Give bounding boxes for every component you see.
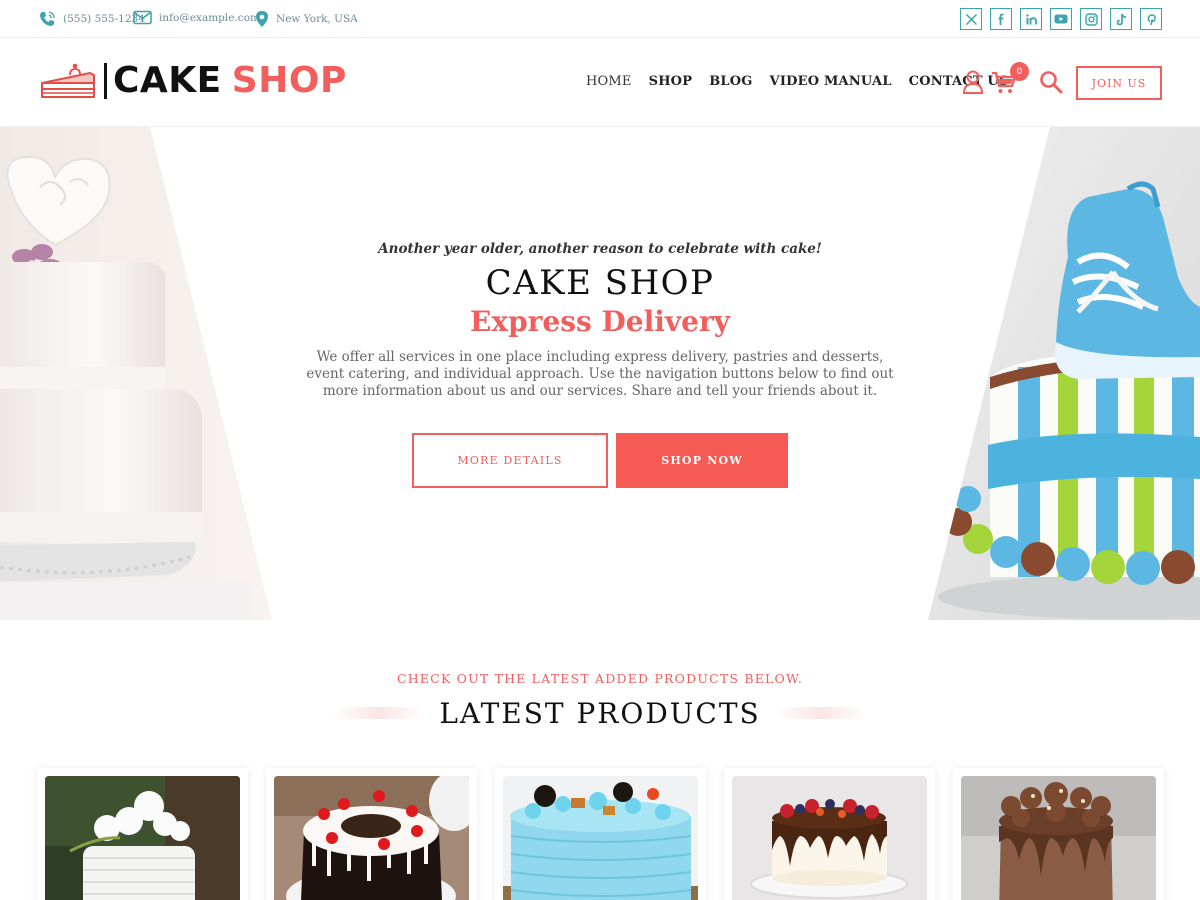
search-icon[interactable] — [1039, 70, 1063, 94]
product-card[interactable] — [495, 768, 706, 900]
join-us-button[interactable]: JOIN US — [1076, 66, 1162, 100]
user-icon[interactable] — [962, 70, 984, 94]
x-icon[interactable] — [960, 8, 982, 30]
youtube-icon[interactable] — [1050, 8, 1072, 30]
shop-now-button[interactable]: SHOP NOW — [616, 433, 788, 488]
white-wedding-cake-image — [0, 127, 272, 620]
baby-shoe-cake-image — [928, 127, 1200, 620]
tiktok-icon[interactable] — [1110, 8, 1132, 30]
email-contact[interactable]: info@example.com — [133, 10, 260, 25]
title-decoration-right — [776, 707, 866, 719]
site-header: CAKE SHOP HOME SHOP BLOG VIDEO MANUAL CO… — [0, 39, 1200, 127]
product-image[interactable] — [45, 776, 240, 900]
cake-slice-logo-icon — [41, 63, 95, 98]
nav-item-home[interactable]: HOME — [586, 74, 632, 89]
product-card[interactable] — [724, 768, 935, 900]
site-logo[interactable]: CAKE SHOP — [40, 61, 347, 101]
product-image[interactable] — [503, 776, 698, 900]
section-title: LATEST PRODUCTS — [439, 697, 761, 730]
cart-count-badge: 0 — [1010, 62, 1029, 81]
product-grid — [37, 768, 1164, 900]
map-pin-icon — [256, 11, 268, 27]
social-links — [960, 8, 1162, 30]
facebook-icon[interactable] — [990, 8, 1012, 30]
phone-icon — [40, 11, 55, 26]
top-bar: (555) 555-1234 info@example.com New York… — [0, 0, 1200, 38]
email-address: info@example.com — [159, 11, 260, 24]
hero-description: We offer all services in one place inclu… — [306, 349, 894, 399]
hero-banner: Another year older, another reason to ce… — [0, 127, 1200, 620]
linkedin-icon[interactable] — [1020, 8, 1042, 30]
logo-word-cake: CAKE — [113, 60, 222, 101]
pinterest-icon[interactable] — [1140, 8, 1162, 30]
location-contact: New York, USA — [255, 10, 358, 28]
phone-contact[interactable]: (555) 555-1234 — [38, 10, 145, 28]
envelope-icon — [133, 10, 152, 25]
nav-item-shop[interactable]: SHOP — [649, 74, 693, 89]
instagram-icon[interactable] — [1080, 8, 1102, 30]
nav-item-video-manual[interactable]: VIDEO MANUAL — [770, 74, 892, 89]
product-card[interactable] — [37, 768, 248, 900]
product-image[interactable] — [274, 776, 469, 900]
product-card[interactable] — [266, 768, 477, 900]
section-kicker: CHECK OUT THE LATEST ADDED PRODUCTS BELO… — [396, 671, 804, 686]
hero-subtitle: Express Delivery — [470, 305, 730, 338]
hero-title: CAKE SHOP — [485, 263, 715, 303]
logo-divider — [104, 63, 107, 99]
product-card[interactable] — [953, 768, 1164, 900]
main-nav: HOME SHOP BLOG VIDEO MANUAL CONTACT US — [586, 74, 1009, 89]
product-image[interactable] — [732, 776, 927, 900]
hero-tagline: Another year older, another reason to ce… — [378, 241, 822, 257]
logo-word-shop: SHOP — [231, 60, 347, 101]
product-image[interactable] — [961, 776, 1156, 900]
more-details-button[interactable]: MORE DETAILS — [412, 433, 608, 488]
location-text: New York, USA — [276, 13, 358, 25]
nav-item-blog[interactable]: BLOG — [709, 74, 752, 89]
